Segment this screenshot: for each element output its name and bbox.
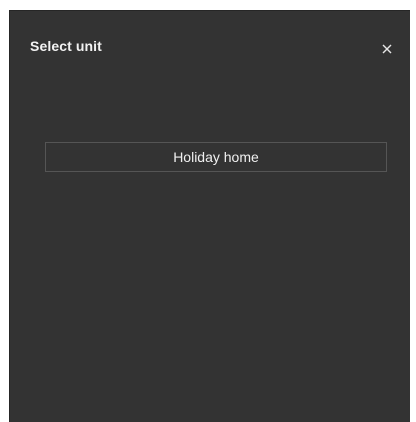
- unit-option-label: Holiday home: [173, 149, 259, 165]
- close-button[interactable]: [376, 38, 398, 60]
- unit-option-holiday-home[interactable]: Holiday home: [45, 142, 387, 172]
- select-unit-dialog: Select unit Holiday home: [9, 10, 410, 422]
- dialog-title: Select unit: [30, 38, 102, 54]
- unit-list: Holiday home: [45, 142, 387, 172]
- close-icon: [382, 44, 392, 54]
